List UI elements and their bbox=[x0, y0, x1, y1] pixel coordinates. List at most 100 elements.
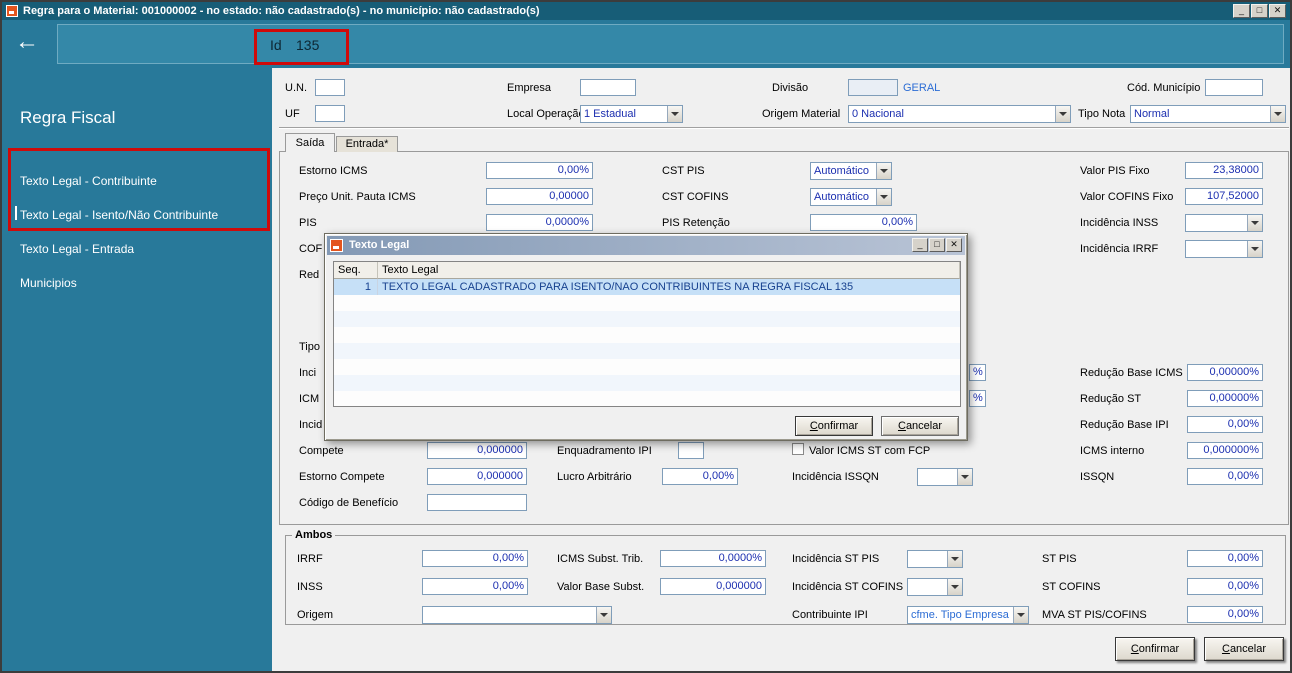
incidencia-st-cofins-select[interactable] bbox=[907, 578, 963, 596]
dialog-icon bbox=[330, 239, 343, 252]
contribuinte-ipi-select[interactable]: cfme. Tipo Empresa bbox=[907, 606, 1029, 624]
empresa-input[interactable] bbox=[580, 79, 636, 96]
irrf-input[interactable]: 0,00% bbox=[422, 550, 528, 567]
pis-input[interactable]: 0,0000% bbox=[486, 214, 593, 231]
codigo-beneficio-input[interactable] bbox=[427, 494, 527, 511]
local-operacao-label: Local Operação bbox=[507, 108, 585, 120]
mva-input[interactable]: 0,00% bbox=[1187, 606, 1263, 623]
chevron-down-icon bbox=[957, 469, 972, 485]
dialog-confirmar-button[interactable]: Confirmar bbox=[795, 416, 873, 436]
reducao-base-ipi-input[interactable]: 0,00% bbox=[1187, 416, 1263, 433]
valor-cofins-fixo-input[interactable]: 107,52000 bbox=[1185, 188, 1263, 205]
cst-pis-select[interactable]: Automático bbox=[810, 162, 892, 180]
icms-subst-input[interactable]: 0,0000% bbox=[660, 550, 766, 567]
inss-label: INSS bbox=[297, 581, 323, 593]
compete-input[interactable]: 0,000000 bbox=[427, 442, 527, 459]
dialog-minimize-button[interactable]: _ bbox=[912, 238, 928, 252]
icms-subst-label: ICMS Subst. Trib. bbox=[557, 553, 644, 565]
sidebar-item-texto-legal-contribuinte[interactable]: Texto Legal - Contribuinte bbox=[20, 174, 157, 188]
cst-pis-value: Automático bbox=[814, 165, 870, 177]
pis-label: PIS bbox=[299, 217, 317, 229]
st-cofins-input[interactable]: 0,00% bbox=[1187, 578, 1263, 595]
estorno-icms-input[interactable]: 0,00% bbox=[486, 162, 593, 179]
back-arrow-icon[interactable]: ← bbox=[15, 27, 39, 57]
local-operacao-value: 1 Estadual bbox=[584, 108, 636, 120]
origem-material-select[interactable]: 0 Nacional bbox=[848, 105, 1071, 123]
preco-pauta-label: Preço Unit. Pauta ICMS bbox=[299, 191, 416, 203]
tipo-nota-value: Normal bbox=[1134, 108, 1170, 120]
valor-cofins-fixo-label: Valor COFINS Fixo bbox=[1080, 191, 1174, 203]
origem-material-label: Origem Material bbox=[762, 108, 841, 120]
valor-base-subst-input[interactable]: 0,000000 bbox=[660, 578, 766, 595]
origem-select[interactable] bbox=[422, 606, 612, 624]
tab-saida[interactable]: Saída bbox=[285, 133, 335, 152]
cancelar-button[interactable]: Cancelar bbox=[1204, 637, 1284, 661]
mid-input-sliver-2[interactable]: % bbox=[969, 390, 986, 407]
cst-cofins-select[interactable]: Automático bbox=[810, 188, 892, 206]
origem-label: Origem bbox=[297, 609, 334, 621]
reducao-base-icms-input[interactable]: 0,00000% bbox=[1187, 364, 1263, 381]
application-window: Regra para o Material: 001000002 - no es… bbox=[0, 0, 1292, 673]
empty-grid-row bbox=[334, 359, 960, 375]
fcp-checkbox-label: Valor ICMS ST com FCP bbox=[809, 445, 931, 457]
origem-material-value: 0 Nacional bbox=[852, 108, 904, 120]
issqn-input[interactable]: 0,00% bbox=[1187, 468, 1263, 485]
mva-label: MVA ST PIS/COFINS bbox=[1042, 609, 1147, 621]
st-cofins-label: ST COFINS bbox=[1042, 581, 1101, 593]
chevron-down-icon bbox=[1247, 215, 1262, 231]
icms-interno-label: ICMS interno bbox=[1080, 445, 1145, 457]
sidebar: Regra Fiscal Texto Legal - Contribuinte … bbox=[2, 68, 272, 671]
incidencia-st-pis-select[interactable] bbox=[907, 550, 963, 568]
tab-entrada[interactable]: Entrada* bbox=[336, 136, 398, 152]
st-pis-input[interactable]: 0,00% bbox=[1187, 550, 1263, 567]
fcp-checkbox[interactable] bbox=[792, 443, 804, 455]
dialog-titlebar[interactable]: Texto Legal _ □ ✕ bbox=[327, 236, 965, 255]
lucro-arbitrario-input[interactable]: 0,00% bbox=[662, 468, 738, 485]
chevron-down-icon bbox=[876, 163, 891, 179]
sidebar-selection-caret bbox=[15, 206, 17, 220]
un-input[interactable] bbox=[315, 79, 345, 96]
local-operacao-select[interactable]: 1 Estadual bbox=[580, 105, 683, 123]
incidencia-irrf-select[interactable] bbox=[1185, 240, 1263, 258]
separator-line bbox=[279, 127, 1289, 129]
cod-municipio-input[interactable] bbox=[1205, 79, 1263, 96]
sidebar-item-municipios[interactable]: Municipios bbox=[20, 276, 77, 290]
tipo-nota-select[interactable]: Normal bbox=[1130, 105, 1286, 123]
window-title: Regra para o Material: 001000002 - no es… bbox=[23, 5, 540, 17]
dialog-close-button[interactable]: ✕ bbox=[946, 238, 962, 252]
preco-pauta-input[interactable]: 0,00000 bbox=[486, 188, 593, 205]
sidebar-item-texto-legal-entrada[interactable]: Texto Legal - Entrada bbox=[20, 242, 134, 256]
table-row[interactable]: 1 TEXTO LEGAL CADASTRADO PARA ISENTO/NAO… bbox=[334, 279, 960, 295]
confirmar-button[interactable]: Confirmar bbox=[1115, 637, 1195, 661]
window-minimize-button[interactable]: _ bbox=[1233, 4, 1250, 18]
grid-header-seq[interactable]: Seq. bbox=[334, 262, 378, 279]
reducao-st-input[interactable]: 0,00000% bbox=[1187, 390, 1263, 407]
texto-legal-grid: Seq. Texto Legal 1 TEXTO LEGAL CADASTRAD… bbox=[333, 261, 961, 407]
header-panel: Id 135 bbox=[57, 24, 1284, 64]
dialog-cancelar-button[interactable]: Cancelar bbox=[881, 416, 959, 436]
incidencia-st-pis-label: Incidência ST PIS bbox=[792, 553, 880, 565]
icms-interno-input[interactable]: 0,000000% bbox=[1187, 442, 1263, 459]
sidebar-item-texto-legal-isento[interactable]: Texto Legal - Isento/Não Contribuinte bbox=[20, 208, 218, 222]
row-texto-cell: TEXTO LEGAL CADASTRADO PARA ISENTO/NAO C… bbox=[382, 281, 854, 293]
enquadramento-ipi-input[interactable] bbox=[678, 442, 704, 459]
inss-input[interactable]: 0,00% bbox=[422, 578, 528, 595]
window-close-button[interactable]: ✕ bbox=[1269, 4, 1286, 18]
uf-input[interactable] bbox=[315, 105, 345, 122]
pis-retencao-input[interactable]: 0,00% bbox=[810, 214, 917, 231]
divisao-description: GERAL bbox=[903, 82, 941, 94]
mid-input-sliver-1[interactable]: % bbox=[969, 364, 986, 381]
incidencia-issqn-select[interactable] bbox=[917, 468, 973, 486]
divisao-input[interactable] bbox=[848, 79, 898, 96]
estorno-compete-input[interactable]: 0,000000 bbox=[427, 468, 527, 485]
window-maximize-button[interactable]: □ bbox=[1251, 4, 1268, 18]
grid-header-texto[interactable]: Texto Legal bbox=[378, 262, 960, 279]
valor-pis-fixo-input[interactable]: 23,38000 bbox=[1185, 162, 1263, 179]
incidencia-st-cofins-label: Incidência ST COFINS bbox=[792, 581, 904, 593]
incidencia-inss-select[interactable] bbox=[1185, 214, 1263, 232]
dialog-maximize-button[interactable]: □ bbox=[929, 238, 945, 252]
irrf-label: IRRF bbox=[297, 553, 323, 565]
incidencia-label-fragment-1: Inci bbox=[299, 367, 317, 379]
compete-label: Compete bbox=[299, 445, 344, 457]
chevron-down-icon bbox=[667, 106, 682, 122]
